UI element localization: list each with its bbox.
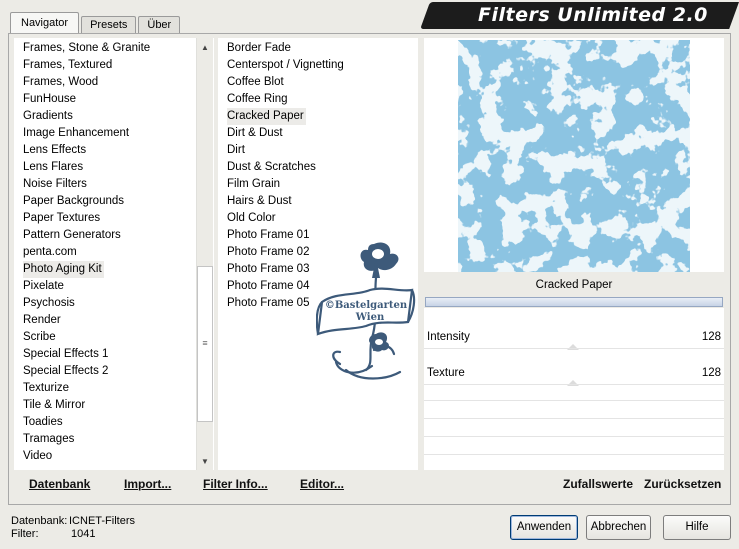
filter-item[interactable]: Dirt — [227, 142, 247, 159]
category-item[interactable]: Render — [23, 312, 63, 329]
db-label: Datenbank: — [11, 515, 68, 527]
filter-item[interactable]: Film Grain — [227, 176, 282, 193]
category-item[interactable]: Lens Flares — [23, 159, 85, 176]
category-item[interactable]: Special Effects 2 — [23, 363, 110, 380]
scroll-down-arrow-icon[interactable]: ▼ — [197, 454, 213, 470]
bastelgarten-logo: ©Bastelgarten Wien — [316, 242, 416, 380]
filter-item[interactable]: Dust & Scratches — [227, 159, 318, 176]
filter-preview-image — [458, 40, 690, 272]
scrollbar-thumb[interactable]: ≡ — [197, 266, 213, 422]
category-item[interactable]: Special Effects 1 — [23, 346, 110, 363]
filter-item[interactable]: Photo Frame 05 — [227, 295, 311, 312]
category-scrollbar[interactable]: ▲ ≡ ▼ — [196, 38, 213, 470]
import-button[interactable]: Import... — [124, 477, 171, 491]
database-button[interactable]: Datenbank — [29, 477, 90, 491]
category-item[interactable]: Frames, Stone & Granite — [23, 40, 152, 57]
divider — [424, 400, 724, 401]
category-item[interactable]: Toadies — [23, 414, 65, 431]
filter-item[interactable]: Photo Frame 04 — [227, 278, 311, 295]
filter-info-button[interactable]: Filter Info... — [203, 477, 268, 491]
category-item[interactable]: penta.com — [23, 244, 79, 261]
category-item[interactable]: Video — [23, 448, 54, 465]
param-value: 128 — [701, 367, 721, 379]
category-item[interactable]: Lens Effects — [23, 142, 88, 159]
filter-count-value: 1041 — [71, 528, 96, 540]
editor-button[interactable]: Editor... — [300, 477, 344, 491]
progress-bar — [425, 297, 723, 307]
category-item[interactable]: Paper Textures — [23, 210, 102, 227]
category-item[interactable]: Tile & Mirror — [23, 397, 87, 414]
divider — [424, 348, 724, 349]
help-button[interactable]: Hilfe — [663, 515, 731, 540]
slider-thumb-icon[interactable] — [567, 344, 579, 350]
reset-button[interactable]: Zurücksetzen — [644, 477, 721, 491]
category-item[interactable]: Paper Backgrounds — [23, 193, 126, 210]
apply-button[interactable]: Anwenden — [510, 515, 578, 540]
category-item[interactable]: Image Enhancement — [23, 125, 131, 142]
parameter-panel: Intensity 128 Texture 128 — [424, 308, 724, 470]
random-values-button[interactable]: Zufallswerte — [563, 477, 633, 491]
tab-bar: Navigator Presets Über — [10, 12, 182, 34]
filter-item[interactable]: Coffee Blot — [227, 74, 286, 91]
filter-item[interactable]: Centerspot / Vignetting — [227, 57, 346, 74]
category-item[interactable]: Psychosis — [23, 295, 77, 312]
filter-item[interactable]: Photo Frame 02 — [227, 244, 311, 261]
param-value: 128 — [701, 331, 721, 343]
category-item[interactable]: Noise Filters — [23, 176, 89, 193]
divider — [424, 454, 724, 455]
filter-item[interactable]: Border Fade — [227, 40, 293, 57]
category-item[interactable]: FunHouse — [23, 91, 78, 108]
filter-item[interactable]: Photo Frame 03 — [227, 261, 311, 278]
tab-about[interactable]: Über — [138, 16, 181, 34]
tab-navigator[interactable]: Navigator — [10, 12, 80, 34]
param-intensity[interactable]: Intensity 128 — [424, 326, 724, 350]
param-texture[interactable]: Texture 128 — [424, 362, 724, 386]
tab-presets[interactable]: Presets — [81, 16, 137, 34]
filter-item[interactable]: Cracked Paper — [227, 108, 306, 125]
grip-icon: ≡ — [202, 338, 208, 348]
param-label: Texture — [427, 367, 465, 379]
filter-item[interactable]: Coffee Ring — [227, 91, 290, 108]
category-item[interactable]: Photo Aging Kit — [23, 261, 104, 278]
category-item[interactable]: Scribe — [23, 329, 58, 346]
status-info: Datenbank: ICNET-Filters Filter: 1041 — [11, 515, 135, 541]
preset-button-bar: Zufallswerte Zurücksetzen — [424, 472, 724, 498]
filter-count-label: Filter: — [11, 528, 39, 540]
category-item[interactable]: Frames, Wood — [23, 74, 100, 91]
scroll-up-arrow-icon[interactable]: ▲ — [197, 40, 213, 56]
category-item[interactable]: Frames, Textured — [23, 57, 114, 74]
divider — [424, 436, 724, 437]
navigator-button-bar: Datenbank Import... Filter Info... Edito… — [14, 472, 418, 498]
param-label: Intensity — [427, 331, 470, 343]
divider — [424, 384, 724, 385]
category-item[interactable]: Texturize — [23, 380, 71, 397]
category-item[interactable]: Pixelate — [23, 278, 66, 295]
category-item[interactable]: Gradients — [23, 108, 75, 125]
category-item[interactable]: Tramages — [23, 431, 76, 448]
divider — [424, 418, 724, 419]
filter-item[interactable]: Old Color — [227, 210, 278, 227]
app-title: Filters Unlimited 2.0 — [478, 4, 708, 26]
filter-item[interactable]: Photo Frame 01 — [227, 227, 311, 244]
filter-item[interactable]: Dirt & Dust — [227, 125, 285, 142]
category-list[interactable]: Frames, Stone & Granite Frames, Textured F… — [14, 38, 214, 470]
filter-item[interactable]: Hairs & Dust — [227, 193, 294, 210]
db-value: ICNET-Filters — [69, 515, 135, 527]
preview-filter-name: Cracked Paper — [424, 274, 724, 296]
slider-thumb-icon[interactable] — [567, 380, 579, 386]
category-item[interactable]: Pattern Generators — [23, 227, 123, 244]
cancel-button[interactable]: Abbrechen — [586, 515, 651, 540]
